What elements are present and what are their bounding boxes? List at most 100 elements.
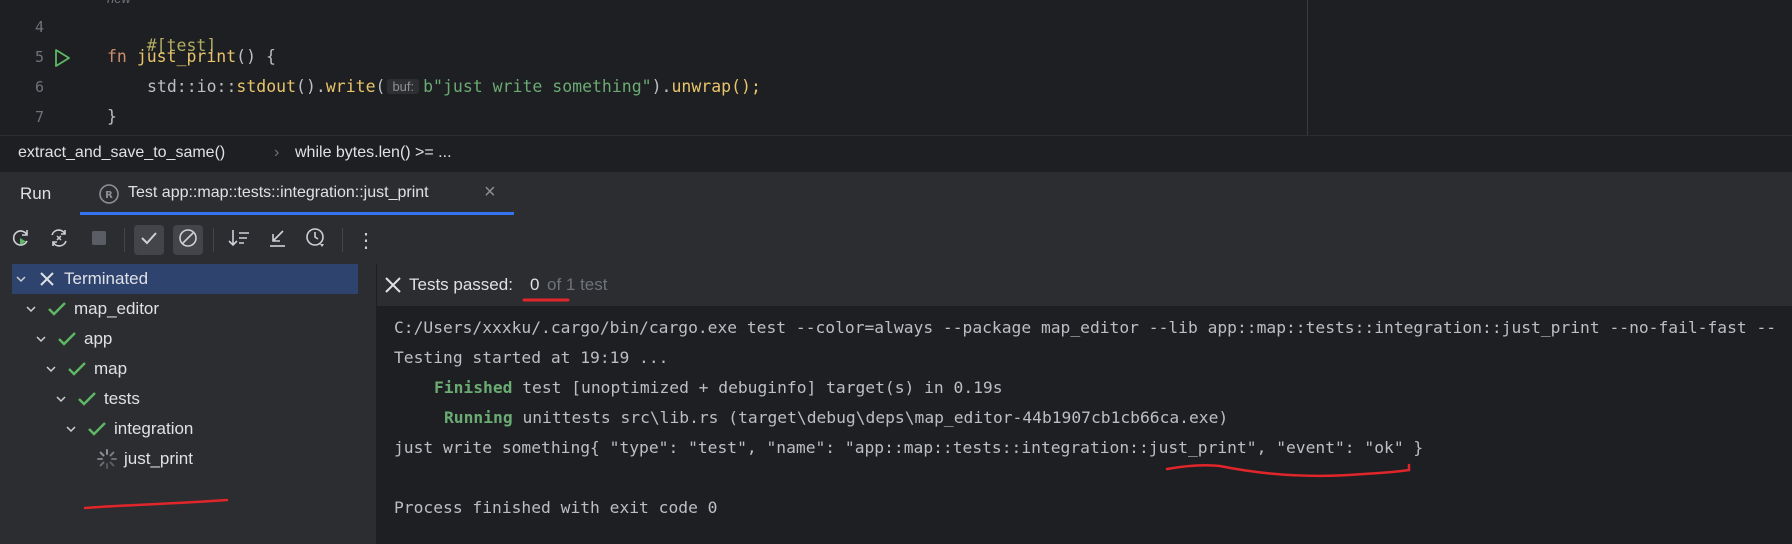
- code-text: ();: [731, 77, 761, 96]
- svg-text:R: R: [105, 190, 113, 201]
- stop-button[interactable]: [84, 225, 114, 255]
- chevron-down-icon[interactable]: [52, 390, 70, 408]
- code-line-7: }: [107, 107, 117, 126]
- code-line-6: std::io::stdout().write(buf: b"just write…: [147, 77, 761, 96]
- sort-button[interactable]: [224, 225, 254, 255]
- line-number: 7: [34, 108, 44, 126]
- console-line: Process finished with exit code 0: [394, 498, 718, 517]
- tree-node-app[interactable]: app: [32, 324, 112, 354]
- code-text: (: [375, 77, 386, 96]
- line-number: 5: [34, 48, 44, 66]
- console-line: Finished test [unoptimized + debuginfo] …: [434, 378, 1003, 397]
- code-line-5: fn just_print() {: [107, 47, 276, 66]
- tab-run-configuration[interactable]: R Test app::map::tests::integration::jus…: [82, 172, 514, 216]
- code-editor[interactable]: new 4 5 6 7 #[test] fn just_print() { st…: [0, 0, 1792, 135]
- tree-node-map-editor[interactable]: map_editor: [22, 294, 159, 324]
- breadcrumb-item-loop[interactable]: while bytes.len() >= ...: [295, 144, 452, 162]
- code-text: std::io::: [147, 77, 237, 96]
- passed-check-icon: [56, 328, 78, 350]
- status-suffix: of 1 test: [547, 275, 608, 294]
- tree-node-label: integration: [114, 419, 194, 438]
- show-ignored-toggle[interactable]: [173, 225, 203, 255]
- chevron-down-icon[interactable]: [62, 420, 80, 438]
- console-text: unittests src\lib.rs (target\debug\deps\…: [522, 408, 1229, 427]
- console-text: test [unoptimized + debuginfo] target(s)…: [522, 378, 1003, 397]
- breadcrumb: extract_and_save_to_same() › while bytes…: [0, 135, 1792, 171]
- checkmark-icon: [138, 227, 160, 254]
- tree-node-label: tests: [104, 389, 140, 408]
- console-output[interactable]: Tests passed: 0 of 1 test C:/Users/xxxku…: [377, 264, 1792, 544]
- chevron-down-icon[interactable]: [12, 270, 30, 288]
- run-tool-window-header: Run R Test app::map::tests::integration:…: [0, 171, 1792, 216]
- status-prefix: Tests passed:: [409, 275, 513, 294]
- breadcrumb-item-function[interactable]: extract_and_save_to_same(): [18, 144, 225, 162]
- parameter-inlay-hint: buf:: [387, 79, 420, 94]
- line-number: 4: [34, 18, 44, 36]
- rerun-failed-icon: [48, 227, 70, 254]
- passed-check-icon: [66, 358, 88, 380]
- codevision-hint: new: [107, 0, 131, 6]
- more-options-button[interactable]: ⋮: [351, 225, 381, 255]
- code-text: () {: [236, 47, 276, 66]
- passed-check-icon: [76, 388, 98, 410]
- line-number: 6: [34, 78, 44, 96]
- function-name: just_print: [136, 47, 237, 66]
- tree-node-label: Terminated: [64, 269, 149, 288]
- chevron-down-icon[interactable]: [32, 330, 50, 348]
- toolbar-divider: [342, 228, 343, 252]
- tree-node-label: just_print: [124, 449, 193, 468]
- console-keyword: Finished: [434, 378, 513, 397]
- rerun-button[interactable]: [6, 225, 36, 255]
- breadcrumb-separator: ›: [274, 144, 280, 161]
- tab-close-icon[interactable]: ×: [484, 181, 496, 204]
- tab-active-indicator: [80, 212, 514, 215]
- failed-x-icon: [383, 275, 403, 300]
- clock-icon: [304, 226, 328, 255]
- code-text: ).: [651, 77, 672, 96]
- run-toolbar: ⋮: [0, 216, 1792, 264]
- terminated-x-icon: [36, 268, 58, 290]
- rerun-failed-button[interactable]: [44, 225, 74, 255]
- toolbar-divider: [213, 228, 214, 252]
- collapse-icon: [266, 227, 288, 254]
- run-panel-label: Run: [20, 184, 52, 203]
- loading-spinner-icon: [96, 448, 118, 470]
- tree-node-integration[interactable]: integration: [62, 414, 193, 444]
- tab-title: Test app::map::tests::integration::just_…: [128, 184, 429, 201]
- string-literal: b"just write something": [423, 77, 652, 96]
- console-line: C:/Users/xxxku/.cargo/bin/cargo.exe test…: [394, 318, 1777, 337]
- run-gutter-icon[interactable]: [52, 48, 72, 68]
- annotation-underline: [83, 498, 229, 510]
- passed-check-icon: [46, 298, 68, 320]
- collapse-all-button[interactable]: [262, 225, 292, 255]
- sort-icon: [227, 227, 251, 254]
- annotation-underline: [1165, 463, 1411, 477]
- right-margin-guide: [1307, 0, 1308, 135]
- fn-keyword: fn: [107, 47, 127, 66]
- test-status-bar: Tests passed: 0 of 1 test: [377, 264, 1792, 306]
- code-text: write: [325, 77, 376, 96]
- rust-test-icon: R: [98, 183, 120, 205]
- ignored-icon: [177, 227, 199, 254]
- console-line: Running unittests src\lib.rs (target\deb…: [444, 408, 1228, 427]
- chevron-down-icon[interactable]: [22, 300, 40, 318]
- test-history-button[interactable]: [301, 225, 331, 255]
- more-vertical-icon: ⋮: [356, 229, 376, 252]
- console-line: just write something{ "type": "test", "n…: [394, 438, 1424, 457]
- code-text: ().: [296, 77, 326, 96]
- console-line: Testing started at 19:19 ...: [394, 348, 669, 367]
- code-text: unwrap: [671, 77, 732, 96]
- tree-node-label: map: [94, 359, 128, 378]
- tree-node-tests[interactable]: tests: [52, 384, 140, 414]
- chevron-down-icon[interactable]: [42, 360, 60, 378]
- tree-node-map[interactable]: map: [42, 354, 127, 384]
- status-count: 0: [530, 275, 540, 294]
- tree-node-just-print[interactable]: just_print: [96, 444, 193, 474]
- tree-node-label: map_editor: [74, 299, 160, 318]
- tree-node-root[interactable]: Terminated: [12, 264, 358, 294]
- code-text: stdout: [236, 77, 297, 96]
- toolbar-divider: [124, 228, 125, 252]
- show-passed-toggle[interactable]: [134, 225, 164, 255]
- tree-node-label: app: [84, 329, 113, 348]
- stop-icon: [90, 229, 108, 252]
